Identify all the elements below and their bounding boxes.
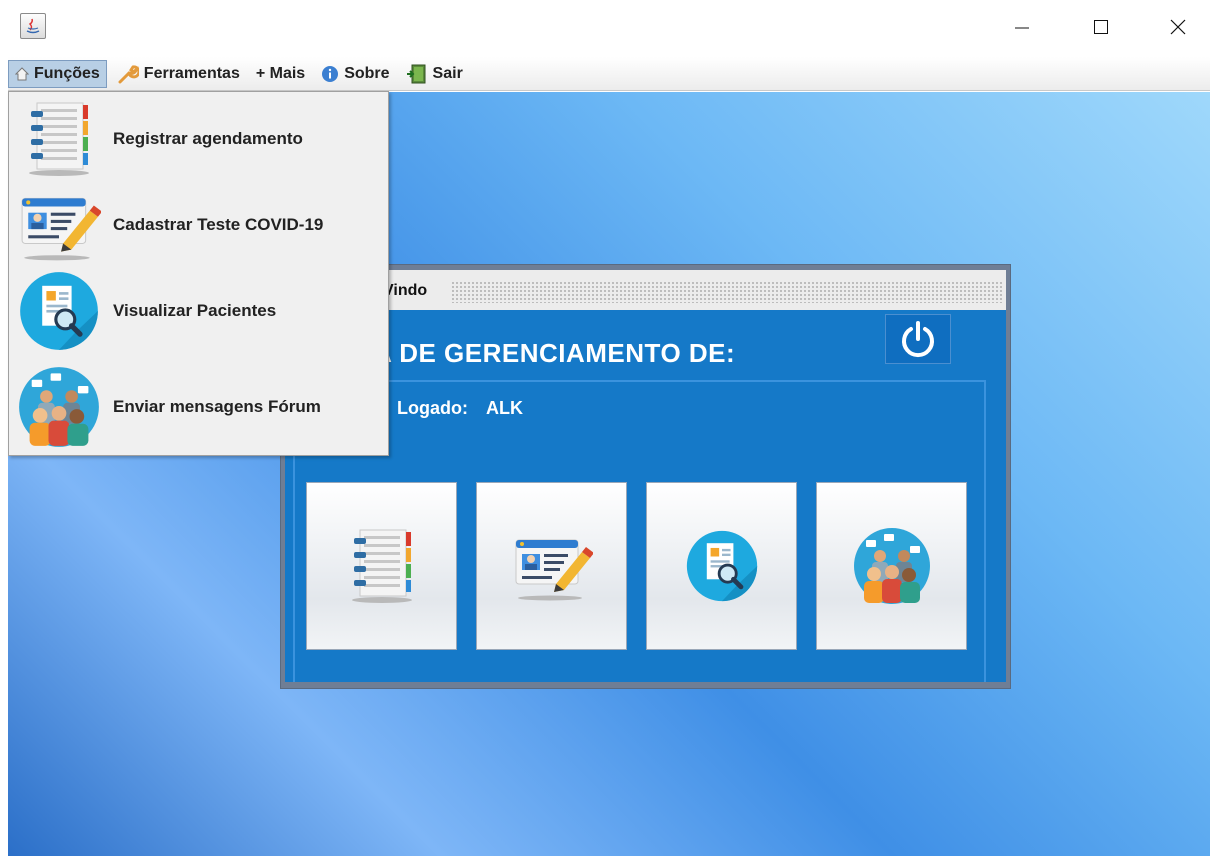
- id-card-pencil-icon: [17, 184, 101, 266]
- patients-button[interactable]: [646, 482, 797, 650]
- minimize-button[interactable]: [1007, 12, 1037, 42]
- menu-label: Sobre: [344, 64, 390, 82]
- menu-item-label: Visualizar Pacientes: [113, 301, 277, 320]
- menu-ferramentas[interactable]: Ferramentas: [111, 60, 246, 88]
- document-search-icon: [684, 528, 760, 604]
- internal-frame-title: Vindo: [383, 282, 428, 299]
- forum-button[interactable]: [816, 482, 967, 650]
- schedule-button[interactable]: [306, 482, 457, 650]
- covid-test-button[interactable]: [476, 482, 627, 650]
- titlebar-grip: [451, 281, 1002, 303]
- menu-label: Sair: [432, 64, 463, 82]
- menu-sobre[interactable]: Sobre: [315, 60, 395, 88]
- logged-label: Logado:: [397, 398, 468, 418]
- id-card-pencil-icon: [511, 526, 593, 606]
- menu-bar: Funções Ferramentas + Mais Sobre Sair: [8, 57, 1210, 91]
- menu-mais[interactable]: + Mais: [250, 60, 311, 88]
- group-chat-icon: [17, 365, 101, 449]
- maximize-button[interactable]: [1086, 12, 1116, 42]
- close-button[interactable]: [1163, 12, 1193, 42]
- menu-sair[interactable]: Sair: [400, 60, 469, 88]
- menu-funcoes[interactable]: Funções: [8, 59, 107, 88]
- menu-item-label: Enviar mensagens Fórum: [113, 397, 321, 416]
- power-button[interactable]: [885, 314, 951, 364]
- exit-door-icon: [406, 64, 428, 84]
- power-icon: [902, 321, 934, 358]
- menu-item-label: Registrar agendamento: [113, 129, 303, 148]
- menu-item-label: Cadastrar Teste COVID-19: [113, 215, 324, 234]
- internal-frame: Vindo MA DE GERENCIAMENTO DE: Logado: ALK: [280, 264, 1011, 689]
- funcoes-dropdown: Registrar agendamento Cadastrar Teste CO…: [8, 91, 389, 456]
- notebook-icon: [342, 526, 422, 606]
- menu-label: Ferramentas: [143, 64, 240, 82]
- home-icon: [15, 66, 29, 81]
- internal-frame-titlebar[interactable]: Vindo: [285, 270, 1006, 310]
- java-app-icon: [20, 13, 46, 39]
- menu-item-registrar-agendamento[interactable]: Registrar agendamento: [9, 96, 388, 182]
- group-chat-icon: [852, 526, 932, 606]
- logged-user-line: Logado: ALK: [397, 398, 523, 419]
- logged-user: ALK: [485, 398, 523, 418]
- internal-frame-body: MA DE GERENCIAMENTO DE: Logado: ALK: [285, 310, 1006, 682]
- menu-label: Funções: [34, 64, 100, 82]
- notebook-icon: [19, 99, 99, 179]
- wrench-icon: [117, 63, 139, 85]
- window-titlebar: [0, 0, 1210, 56]
- info-icon: [321, 65, 339, 83]
- menu-item-cadastrar-teste[interactable]: Cadastrar Teste COVID-19: [9, 182, 388, 268]
- menu-label: + Mais: [255, 64, 306, 82]
- menu-item-visualizar-pacientes[interactable]: Visualizar Pacientes: [9, 268, 388, 354]
- document-search-icon: [17, 269, 101, 353]
- system-heading: MA DE GERENCIAMENTO DE:: [351, 338, 736, 368]
- menu-item-enviar-mensagens[interactable]: Enviar mensagens Fórum: [9, 364, 388, 450]
